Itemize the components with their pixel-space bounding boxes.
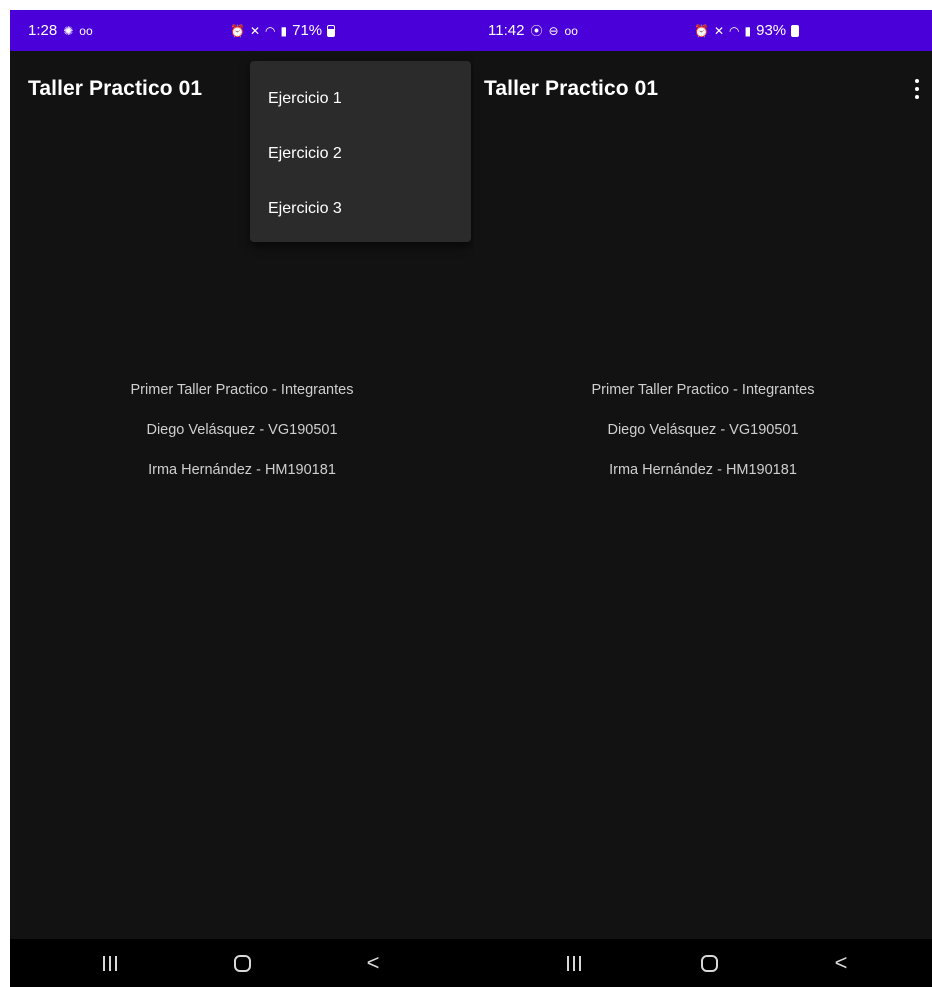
battery-percent: 93% [756, 22, 787, 39]
home-icon [233, 954, 251, 972]
battery-icon [327, 24, 336, 37]
overflow-menu: Ejercicio 1 Ejercicio 2 Ejercicio 3 [250, 61, 471, 242]
content-heading: Primer Taller Practico - Integrantes [591, 382, 815, 398]
recents-icon [567, 955, 581, 971]
content-heading: Primer Taller Practico - Integrantes [130, 382, 354, 398]
status-left: 1:28 ✺ oo [28, 10, 93, 51]
more-vert-icon[interactable] [908, 77, 926, 101]
signal-icon: ▮ [280, 23, 288, 38]
status-bar: 1:28 ✺ oo ⏰ ✕ ◠ ▮ 71% [10, 10, 474, 51]
mute-icon: ✕ [249, 23, 261, 38]
menu-item-ejercicio-1[interactable]: Ejercicio 1 [250, 71, 471, 126]
status-right: ⏰ ✕ ◠ ▮ 71% [230, 10, 336, 51]
app-bar: Taller Practico 01 [474, 51, 932, 127]
recents-button[interactable] [80, 939, 140, 987]
menu-item-ejercicio-2[interactable]: Ejercicio 2 [250, 126, 471, 181]
home-button[interactable] [679, 939, 739, 987]
back-icon: < [366, 950, 380, 975]
recents-button[interactable] [544, 939, 604, 987]
content-member-1: Diego Velásquez - VG190501 [146, 422, 338, 438]
status-right: ⏰ ✕ ◠ ▮ 93% [694, 10, 800, 51]
back-icon: < [834, 950, 848, 975]
status-time: 1:28 [28, 22, 58, 39]
wifi-icon: ◠ [729, 23, 740, 38]
navigation-bar: < [474, 939, 932, 987]
status-bar: 11:42 ⦿ ⊖ oo ⏰ ✕ ◠ ▮ 93% [474, 10, 932, 51]
navigation-bar: < [10, 939, 474, 987]
main-content: Primer Taller Practico - Integrantes Die… [10, 376, 474, 496]
screenshot-stage: 1:28 ✺ oo ⏰ ✕ ◠ ▮ 71% Taller Practico 01… [0, 0, 932, 987]
recents-icon [103, 955, 117, 971]
content-member-2: Irma Hernández - HM190181 [148, 462, 336, 478]
main-content: Primer Taller Practico - Integrantes Die… [474, 376, 932, 496]
phone-screen-left: 1:28 ✺ oo ⏰ ✕ ◠ ▮ 71% Taller Practico 01… [10, 10, 474, 987]
alarm-icon: ⏰ [230, 23, 245, 38]
dnd-icon: ⊖ [548, 23, 559, 38]
alarm-icon: ⏰ [694, 23, 709, 38]
content-member-1: Diego Velásquez - VG190501 [607, 422, 799, 438]
status-time: 11:42 [488, 22, 525, 39]
back-button[interactable]: < [811, 939, 871, 987]
battery-percent: 71% [292, 22, 323, 39]
content-member-2: Irma Hernández - HM190181 [609, 462, 797, 478]
home-icon [700, 954, 718, 972]
wifi-icon: ◠ [265, 23, 276, 38]
voicemail-icon: oo [79, 23, 93, 38]
app-title: Taller Practico 01 [484, 77, 659, 100]
brightness-icon: ✺ [63, 23, 74, 38]
phone-screen-right: 11:42 ⦿ ⊖ oo ⏰ ✕ ◠ ▮ 93% Taller Practico… [474, 10, 932, 987]
signal-icon: ▮ [744, 23, 752, 38]
voicemail-icon: oo [564, 23, 578, 38]
home-button[interactable] [212, 939, 272, 987]
mute-icon: ✕ [713, 23, 725, 38]
menu-item-ejercicio-3[interactable]: Ejercicio 3 [250, 181, 471, 236]
battery-icon [791, 24, 800, 37]
app-title: Taller Practico 01 [28, 77, 203, 100]
status-left: 11:42 ⦿ ⊖ oo [488, 10, 578, 51]
back-button[interactable]: < [343, 939, 403, 987]
location-icon: ⦿ [530, 23, 543, 38]
